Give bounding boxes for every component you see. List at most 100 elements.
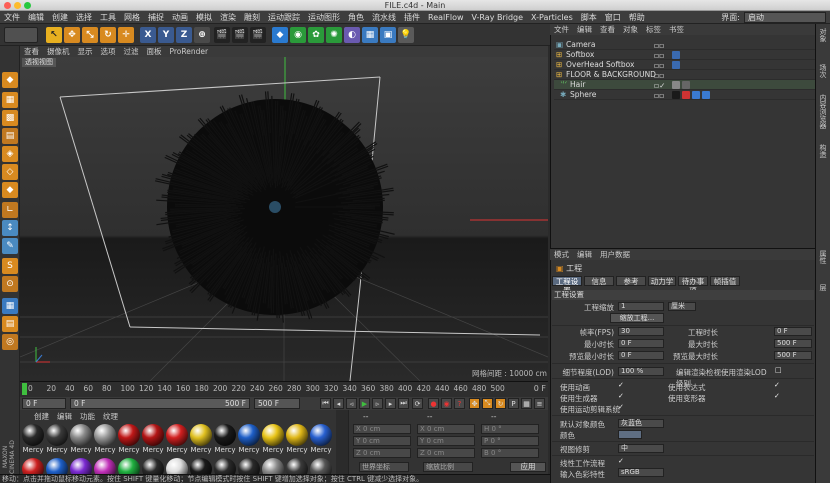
project-time-field[interactable]: 0 F [774, 327, 812, 336]
menu-animate[interactable]: 动画 [168, 11, 192, 24]
next-key-icon[interactable]: ▸ [385, 398, 396, 409]
material-swatch[interactable] [166, 458, 188, 474]
vp-menu-panel[interactable]: 面板 [143, 46, 166, 57]
solo-icon[interactable]: ◎ [2, 334, 18, 350]
material-swatch[interactable]: Mercy [70, 424, 92, 454]
play-icon[interactable]: ▶ [359, 398, 370, 409]
material-swatch[interactable] [310, 458, 332, 474]
om-menu-edit[interactable]: 编辑 [573, 24, 596, 35]
material-swatch[interactable] [214, 458, 236, 474]
next-frame-icon[interactable]: ▹ [372, 398, 383, 409]
key-position-icon[interactable]: ✥ [469, 398, 480, 409]
pos-x-field[interactable]: X 0 cm [353, 424, 411, 434]
undo-redo-area[interactable] [4, 27, 38, 43]
vp-menu-filter[interactable]: 过滤 [120, 46, 143, 57]
vp-menu-options[interactable]: 选项 [97, 46, 120, 57]
menu-plugins[interactable]: 插件 [400, 11, 424, 24]
material-tag-icon[interactable] [702, 91, 710, 99]
floor-icon[interactable]: ▦ [362, 27, 378, 43]
material-swatch[interactable] [262, 458, 284, 474]
hair-tag-icon[interactable] [682, 81, 690, 89]
end-frame-field[interactable]: 500 F [254, 398, 300, 409]
object-row-overhead-softbox[interactable]: ⊞ OverHead Softbox ▫▫ [554, 60, 815, 70]
menu-select[interactable]: 选择 [72, 11, 96, 24]
material-swatch[interactable]: Mercy [118, 424, 140, 454]
menu-mesh[interactable]: 网格 [120, 11, 144, 24]
material-swatch[interactable]: Mercy [310, 424, 332, 454]
pos-y-field[interactable]: Y 0 cm [353, 436, 411, 446]
tab-objects[interactable]: 对象 [818, 28, 828, 42]
scale-icon[interactable]: ⤡ [82, 27, 98, 43]
menu-edit[interactable]: 编辑 [24, 11, 48, 24]
deformer-icon[interactable]: ◐ [344, 27, 360, 43]
render-settings-icon[interactable]: 🎬 [250, 27, 266, 43]
cloner-icon[interactable]: ✿ [308, 27, 324, 43]
material-swatch[interactable]: Mercy [214, 424, 236, 454]
default-color-select[interactable]: 灰蓝色 [618, 419, 664, 428]
axis-mode-icon[interactable]: ∟ [2, 202, 18, 218]
object-row-floor-background[interactable]: ⊞ FLOOR & BACKGROUND ▫▫ [554, 70, 815, 80]
apply-button[interactable]: 应用 [510, 462, 546, 472]
make-editable-icon[interactable]: ◆ [2, 72, 18, 88]
paint-icon[interactable]: ✎ [2, 238, 18, 254]
material-swatch[interactable] [286, 458, 308, 474]
tab-structure[interactable]: 构造 [818, 144, 828, 158]
menu-help[interactable]: 帮助 [625, 11, 649, 24]
x-axis-icon[interactable]: X [140, 27, 156, 43]
menu-character[interactable]: 角色 [344, 11, 368, 24]
points-mode-icon[interactable]: ◈ [2, 146, 18, 162]
size-z-field[interactable]: Z 0 cm [417, 448, 475, 458]
lod-field[interactable]: 100 % [618, 367, 664, 376]
tab-todo[interactable]: 待办事项 [678, 276, 708, 295]
playhead[interactable] [22, 383, 27, 395]
frame-range-slider[interactable]: 0 F 500 F [70, 398, 250, 409]
layout-select[interactable]: 启动 [744, 12, 826, 23]
prev-key-icon[interactable]: ◂ [333, 398, 344, 409]
menu-file[interactable]: 文件 [0, 11, 24, 24]
material-swatch[interactable] [118, 458, 140, 474]
object-row-hair[interactable]: ⺌ Hair ▫✓ [554, 80, 815, 90]
preview-min-field[interactable]: 0 F [618, 351, 664, 360]
key-rotation-icon[interactable]: ↻ [495, 398, 506, 409]
preview-max-field[interactable]: 500 F [774, 351, 812, 360]
fps-field[interactable]: 30 [618, 327, 664, 336]
tab-attributes[interactable]: 属性 [818, 250, 828, 264]
use-motion-checkbox[interactable]: ✓ [618, 404, 625, 411]
loop-icon[interactable]: ⟳ [412, 398, 423, 409]
y-axis-icon[interactable]: Y [158, 27, 174, 43]
menu-tools[interactable]: 工具 [96, 11, 120, 24]
menu-simulate[interactable]: 模拟 [192, 11, 216, 24]
size-y-field[interactable]: Y 0 cm [417, 436, 475, 446]
tab-reference[interactable]: 参考 [616, 276, 646, 286]
tab-project-settings[interactable]: 工程设置 [552, 276, 582, 295]
model-mode-icon[interactable]: ▦ [2, 92, 18, 108]
max-time-field[interactable]: 500 F [774, 339, 812, 348]
timeline-menu-icon[interactable]: ≡ [534, 398, 545, 409]
auto-key-icon[interactable]: ◉ [441, 398, 452, 409]
material-swatch[interactable]: Mercy [94, 424, 116, 454]
am-menu-mode[interactable]: 模式 [550, 249, 573, 260]
min-time-field[interactable]: 0 F [618, 339, 664, 348]
om-menu-file[interactable]: 文件 [550, 24, 573, 35]
tab-content-browser[interactable]: 内容浏览器 [818, 94, 828, 129]
render-view-icon[interactable]: 🎬 [214, 27, 230, 43]
light-icon[interactable]: 💡 [398, 27, 414, 43]
project-scale-unit[interactable]: 厘米 [668, 302, 696, 311]
use-animation-checkbox[interactable]: ✓ [618, 382, 625, 389]
polygons-mode-icon[interactable]: ◆ [2, 182, 18, 198]
om-menu-tags[interactable]: 标签 [642, 24, 665, 35]
material-swatch[interactable]: Mercy [286, 424, 308, 454]
vp-menu-camera[interactable]: 摄像机 [43, 46, 74, 57]
menu-script[interactable]: 脚本 [577, 11, 601, 24]
use-deformers-checkbox[interactable]: ✓ [774, 393, 781, 400]
key-scale-icon[interactable]: ⤡ [482, 398, 493, 409]
menu-window[interactable]: 窗口 [601, 11, 625, 24]
pos-z-field[interactable]: Z 0 cm [353, 448, 411, 458]
move-icon[interactable]: ✥ [64, 27, 80, 43]
vp-menu-view[interactable]: 查看 [20, 46, 43, 57]
size-x-field[interactable]: X 0 cm [417, 424, 475, 434]
coordinate-system-icon[interactable]: ⊕ [194, 27, 210, 43]
input-color-select[interactable]: sRGB [618, 468, 664, 477]
menu-pipeline[interactable]: 流水线 [368, 11, 400, 24]
mat-menu-edit[interactable]: 编辑 [53, 411, 76, 422]
